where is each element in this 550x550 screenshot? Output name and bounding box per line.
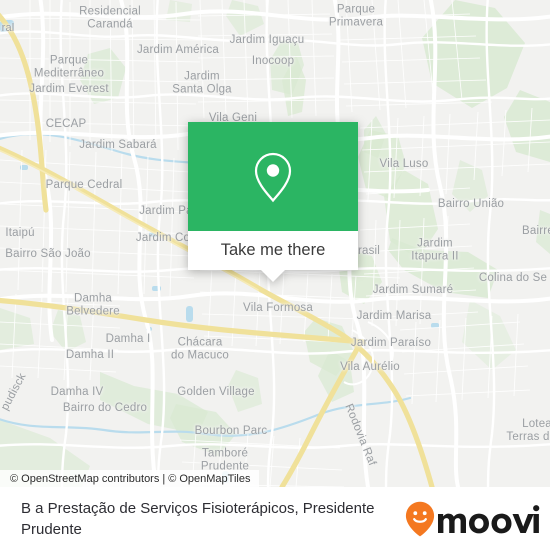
page-caption-bar: B a Prestação de Serviços Fisioterápicos… (0, 487, 550, 550)
popup-tail (261, 270, 285, 282)
popup-header (188, 122, 358, 231)
map-canvas-container[interactable]: ral Residencial Carandá Jardim América Jard… (0, 0, 550, 487)
moovit-pin-icon (405, 501, 435, 536)
openmaptiles-attribution-link[interactable]: © OpenMapTiles (168, 473, 250, 485)
attribution-separator: | (162, 473, 166, 485)
moovit-place-map-page: ral Residencial Carandá Jardim América Jard… (0, 0, 550, 550)
openstreetmap-attribution-link[interactable]: © OpenStreetMap contributors (10, 473, 159, 485)
place-title: B a Prestação de Serviços Fisioterápicos… (21, 499, 375, 538)
take-me-there-button[interactable]: Take me there (188, 231, 358, 270)
map-pin-icon (254, 152, 292, 202)
map-attribution-bar[interactable]: © OpenStreetMap contributors | © OpenMap… (0, 470, 259, 487)
map-popup-card[interactable]: Take me there (188, 122, 358, 282)
take-me-there-label: Take me there (220, 241, 326, 259)
moovit-wordmark (437, 504, 541, 534)
moovit-logo[interactable] (405, 501, 541, 537)
